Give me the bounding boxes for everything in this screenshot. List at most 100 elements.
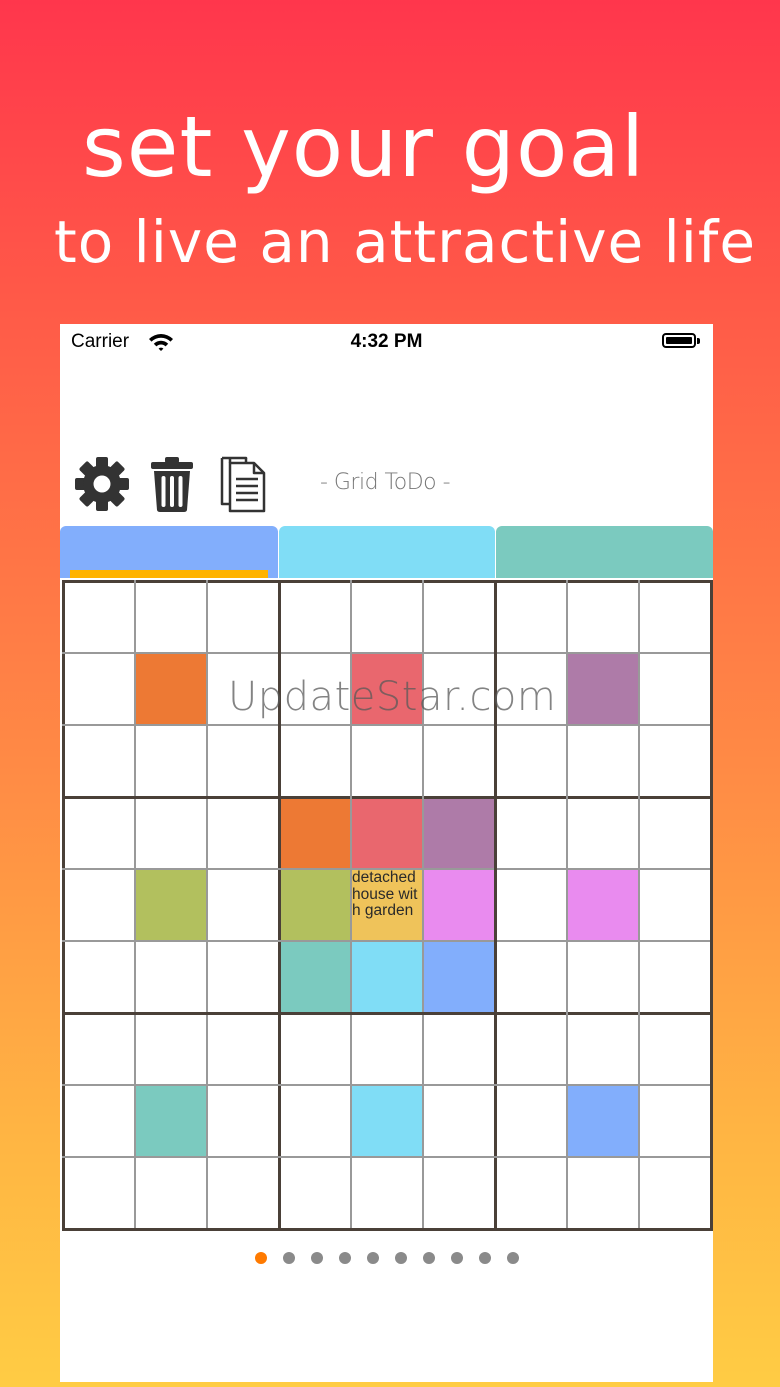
- app-title: - Grid ToDo -: [319, 470, 451, 495]
- grid-cell[interactable]: [495, 797, 567, 869]
- grid-cell[interactable]: [639, 797, 711, 869]
- grid-cell[interactable]: [639, 581, 711, 653]
- page-dot[interactable]: [479, 1252, 491, 1264]
- trash-icon[interactable]: [142, 454, 202, 514]
- grid-cell[interactable]: [207, 725, 279, 797]
- grid-cell[interactable]: [63, 1013, 135, 1085]
- grid-cell[interactable]: [279, 1013, 351, 1085]
- grid-cell[interactable]: [351, 725, 423, 797]
- grid-cell[interactable]: [279, 1085, 351, 1157]
- grid-line-horizontal: [61, 940, 713, 942]
- grid-cell[interactable]: [207, 869, 279, 941]
- category-tab-2[interactable]: [278, 526, 496, 578]
- grid-cell-filled[interactable]: [351, 941, 423, 1013]
- grid-cell[interactable]: [279, 581, 351, 653]
- grid-cell[interactable]: [135, 941, 207, 1013]
- grid-cell[interactable]: [279, 1157, 351, 1229]
- grid-cell[interactable]: [207, 1157, 279, 1229]
- grid-cell[interactable]: [135, 797, 207, 869]
- grid-cell-filled[interactable]: [135, 653, 207, 725]
- promo-subheadline: to live an attractive life: [54, 208, 757, 276]
- grid-cell[interactable]: [423, 725, 495, 797]
- grid-cell[interactable]: [423, 581, 495, 653]
- page-dot[interactable]: [395, 1252, 407, 1264]
- status-bar: Carrier 4:32 PM: [60, 324, 713, 360]
- grid-cell[interactable]: [423, 1157, 495, 1229]
- grid-cell[interactable]: [63, 581, 135, 653]
- page-dot[interactable]: [451, 1252, 463, 1264]
- page-dot[interactable]: [339, 1252, 351, 1264]
- page-indicator[interactable]: [60, 1250, 713, 1266]
- grid-cell[interactable]: [495, 1157, 567, 1229]
- grid-cell[interactable]: [207, 1013, 279, 1085]
- grid-cell-filled[interactable]: [423, 941, 495, 1013]
- grid-cell[interactable]: [63, 941, 135, 1013]
- grid-cell[interactable]: [135, 1013, 207, 1085]
- grid-cell-filled[interactable]: [135, 1085, 207, 1157]
- grid-cell[interactable]: [279, 725, 351, 797]
- grid-cell[interactable]: [639, 725, 711, 797]
- grid-cell[interactable]: [63, 1085, 135, 1157]
- document-copy-icon[interactable]: [212, 454, 272, 514]
- grid-cell[interactable]: [495, 581, 567, 653]
- page-dot[interactable]: [423, 1252, 435, 1264]
- grid-cell-filled[interactable]: detached house with garden: [351, 869, 423, 941]
- grid-cell-filled[interactable]: [567, 653, 639, 725]
- grid-cell[interactable]: [567, 1013, 639, 1085]
- grid-cell[interactable]: [495, 1013, 567, 1085]
- grid-cell[interactable]: [135, 1157, 207, 1229]
- page-dot[interactable]: [367, 1252, 379, 1264]
- grid-cell[interactable]: [423, 1085, 495, 1157]
- grid-cell[interactable]: [207, 797, 279, 869]
- grid-cell[interactable]: [63, 1157, 135, 1229]
- grid-cell-filled[interactable]: [567, 869, 639, 941]
- grid-cell[interactable]: [63, 725, 135, 797]
- grid-cell[interactable]: [639, 1013, 711, 1085]
- grid-cell-filled[interactable]: [351, 797, 423, 869]
- grid-cell[interactable]: [639, 653, 711, 725]
- grid-cell[interactable]: [351, 1013, 423, 1085]
- grid-cell-filled[interactable]: [567, 1085, 639, 1157]
- grid-cell-filled[interactable]: [279, 797, 351, 869]
- grid-cell[interactable]: [495, 725, 567, 797]
- grid-cell[interactable]: [63, 797, 135, 869]
- grid-cell[interactable]: [495, 941, 567, 1013]
- grid-cell[interactable]: [639, 1085, 711, 1157]
- grid-cell[interactable]: [639, 941, 711, 1013]
- page-dot[interactable]: [507, 1252, 519, 1264]
- grid-cell[interactable]: [207, 1085, 279, 1157]
- grid-cell[interactable]: [639, 869, 711, 941]
- gear-icon[interactable]: [72, 454, 132, 514]
- grid-cell[interactable]: [135, 581, 207, 653]
- grid-cell[interactable]: [207, 941, 279, 1013]
- block-divider-horizontal: [61, 1227, 713, 1231]
- page-dot[interactable]: [283, 1252, 295, 1264]
- grid-cell[interactable]: [423, 1013, 495, 1085]
- grid-cell[interactable]: [495, 1085, 567, 1157]
- phone-screen: Carrier 4:32 PM - Grid ToDo - detached h…: [60, 324, 713, 1382]
- grid-cell[interactable]: [567, 581, 639, 653]
- grid-cell[interactable]: [567, 941, 639, 1013]
- grid-cell-filled[interactable]: [279, 869, 351, 941]
- category-tab-3[interactable]: [496, 526, 713, 578]
- grid-cell[interactable]: [135, 725, 207, 797]
- grid-cell[interactable]: [495, 869, 567, 941]
- grid-cell-filled[interactable]: [423, 869, 495, 941]
- category-tab-1[interactable]: [60, 526, 278, 578]
- grid-cell[interactable]: [567, 797, 639, 869]
- grid-cell-filled[interactable]: [279, 941, 351, 1013]
- grid-cell-filled[interactable]: [135, 869, 207, 941]
- grid-cell[interactable]: [639, 1157, 711, 1229]
- grid-cell[interactable]: [351, 1157, 423, 1229]
- grid-cell[interactable]: [63, 869, 135, 941]
- grid-cell[interactable]: [351, 581, 423, 653]
- page-dot[interactable]: [311, 1252, 323, 1264]
- grid-cell[interactable]: [567, 725, 639, 797]
- page-dot[interactable]: [255, 1252, 267, 1264]
- grid-cell[interactable]: [63, 653, 135, 725]
- grid-cell[interactable]: [567, 1157, 639, 1229]
- grid-cell-filled[interactable]: [351, 1085, 423, 1157]
- grid-cell[interactable]: [207, 581, 279, 653]
- grid-line-vertical: [206, 579, 208, 1231]
- grid-cell-filled[interactable]: [423, 797, 495, 869]
